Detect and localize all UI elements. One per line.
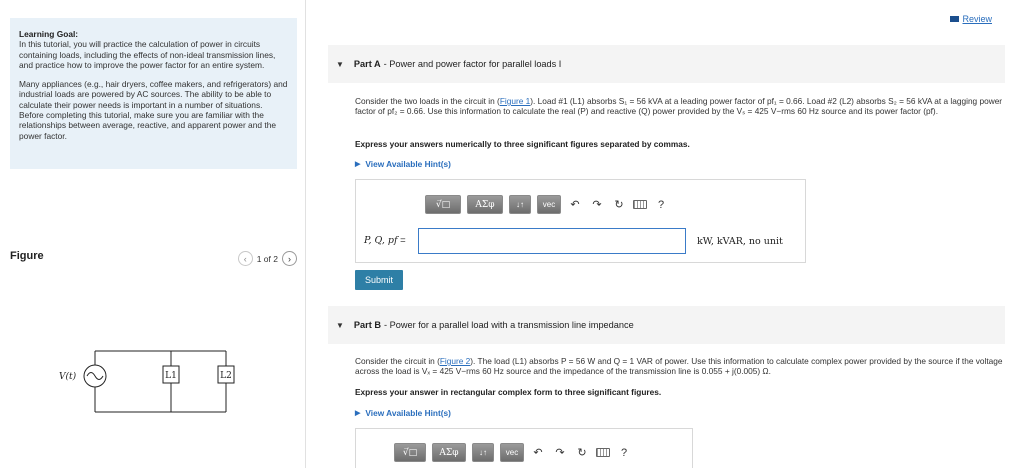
review-label: Review xyxy=(962,14,992,24)
review-icon xyxy=(950,16,960,22)
keyboard-icon[interactable] xyxy=(633,200,647,209)
undo-icon[interactable]: ↶ xyxy=(567,198,583,211)
greek-symbols-button[interactable]: ΑΣφ xyxy=(432,443,466,462)
reset-icon[interactable]: ↻ xyxy=(574,446,590,459)
figure-title: Figure xyxy=(10,250,44,262)
part-b-instruction: Express your answer in rectangular compl… xyxy=(355,387,662,397)
part-a-question: Consider the two loads in the circuit in… xyxy=(355,96,1010,117)
figure-header: Figure ‹ 1 of 2 › xyxy=(10,250,297,270)
source-label: V(t) xyxy=(59,371,77,382)
figure-pager: ‹ 1 of 2 › xyxy=(237,251,297,266)
equals-sign: = xyxy=(397,235,406,246)
hint-triangle-icon: ▶ xyxy=(355,410,361,417)
part-b-header[interactable]: ▼ Part B - Power for a parallel load wit… xyxy=(328,306,1005,344)
part-b-title: - Power for a parallel load with a trans… xyxy=(383,320,634,330)
templates-button[interactable]: √̅ □ xyxy=(394,443,426,462)
part-a-header[interactable]: ▼ Part A - Power and power factor for pa… xyxy=(328,45,1005,83)
prev-figure-button[interactable]: ‹ xyxy=(237,251,253,266)
collapse-triangle-icon[interactable]: ▼ xyxy=(336,321,344,330)
learning-goal-paragraph-1: In this tutorial, you will practice the … xyxy=(19,39,276,70)
figure-2-link[interactable]: Figure 2 xyxy=(440,356,470,366)
reset-icon[interactable]: ↻ xyxy=(611,198,627,211)
collapse-triangle-icon[interactable]: ▼ xyxy=(336,60,344,69)
part-b-question: Consider the circuit in (Figure 2). The … xyxy=(355,356,1010,377)
help-icon[interactable]: ? xyxy=(616,447,632,459)
part-b-hint-toggle[interactable]: ▶ View Available Hint(s) xyxy=(355,408,451,418)
part-a-answer-input[interactable] xyxy=(418,228,686,254)
redo-icon[interactable]: ↷ xyxy=(552,446,568,459)
learning-goal-title: Learning Goal: xyxy=(19,29,79,39)
part-a-text-1: Consider the two loads in the circuit in… xyxy=(355,96,500,106)
part-a-letter: Part A xyxy=(353,59,381,69)
learning-goal-paragraph-2: Many appliances (e.g., hair dryers, coff… xyxy=(19,79,288,141)
review-link[interactable]: Review xyxy=(950,14,992,24)
load-1-label: L1 xyxy=(165,371,177,381)
part-b-hint-label: View Available Hint(s) xyxy=(365,408,451,418)
part-a-hint-toggle[interactable]: ▶ View Available Hint(s) xyxy=(355,159,451,169)
help-icon[interactable]: ? xyxy=(653,199,669,211)
vector-button[interactable]: vec xyxy=(537,195,561,214)
part-a-hint-label: View Available Hint(s) xyxy=(365,159,451,169)
part-a-title: - Power and power factor for parallel lo… xyxy=(383,59,562,69)
part-b-letter: Part B xyxy=(353,320,381,330)
templates-button[interactable]: √̅ □ xyxy=(425,195,461,214)
subscript-superscript-button[interactable]: ↓↑ xyxy=(509,195,531,214)
part-b-text-1: Consider the circuit in ( xyxy=(355,356,440,366)
figure-page-indicator: 1 of 2 xyxy=(256,253,278,264)
hint-triangle-icon: ▶ xyxy=(355,161,361,168)
subscript-superscript-button[interactable]: ↓↑ xyxy=(472,443,494,462)
part-a-math-toolbar: √̅ □ ΑΣφ ↓↑ vec ↶ ↷ ↻ ? xyxy=(425,195,669,214)
answer-variable-label: P, Q, pf = xyxy=(364,235,406,246)
next-figure-button[interactable]: › xyxy=(282,251,297,266)
undo-icon[interactable]: ↶ xyxy=(530,446,546,459)
figure-1-link[interactable]: Figure 1 xyxy=(500,96,530,106)
learning-goal-box: Learning Goal: In this tutorial, you wil… xyxy=(10,18,297,169)
greek-symbols-button[interactable]: ΑΣφ xyxy=(467,195,503,214)
keyboard-icon[interactable] xyxy=(596,448,610,457)
part-b-math-toolbar: √̅ □ ΑΣφ ↓↑ vec ↶ ↷ ↻ ? xyxy=(394,443,632,462)
submit-button[interactable]: Submit xyxy=(355,270,403,290)
answer-variables: P, Q, pf xyxy=(364,235,398,246)
circuit-diagram: V(t) L1 L2 xyxy=(59,350,235,413)
load-2-label: L2 xyxy=(220,371,232,381)
left-panel: Learning Goal: In this tutorial, you wil… xyxy=(0,0,306,468)
redo-icon[interactable]: ↷ xyxy=(589,198,605,211)
part-a-instruction: Express your answers numerically to thre… xyxy=(355,139,690,149)
vector-button[interactable]: vec xyxy=(500,443,524,462)
answer-units: kW, kVAR, no unit xyxy=(697,236,783,247)
